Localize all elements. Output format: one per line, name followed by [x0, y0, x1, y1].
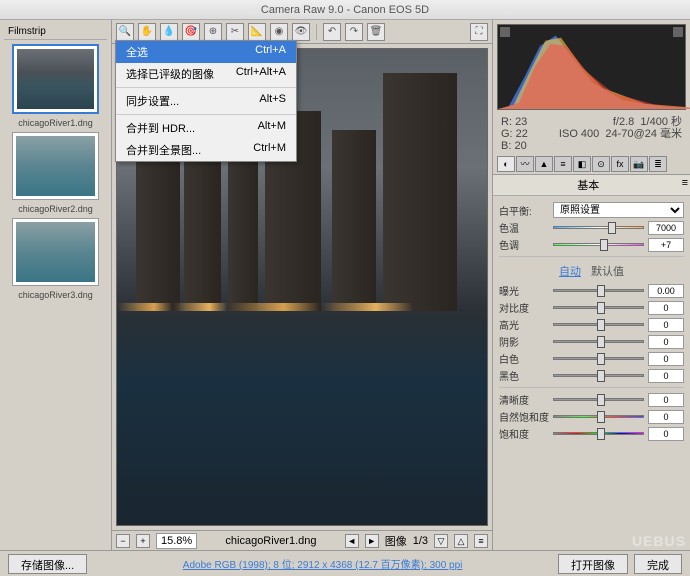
shadows-label: 阴影	[499, 334, 549, 349]
tab-lens[interactable]: ⊙	[592, 156, 610, 172]
contrast-value[interactable]	[648, 301, 684, 315]
thumbnail-2-label: chicagoRiver2.dng	[4, 204, 107, 214]
next-image-icon[interactable]: ►	[365, 534, 379, 548]
spot-tool-icon[interactable]: ◉	[270, 23, 288, 41]
tab-detail[interactable]: ▲	[535, 156, 553, 172]
vibrance-slider[interactable]	[553, 410, 644, 424]
tab-split[interactable]: ◧	[573, 156, 591, 172]
menu-merge-pano[interactable]: 合并到全景图...Ctrl+M	[116, 139, 296, 161]
whites-value[interactable]	[648, 352, 684, 366]
context-menu: 全选Ctrl+A 选择已评级的图像Ctrl+Alt+A 同步设置...Alt+S…	[115, 40, 297, 162]
filmstrip-header: Filmstrip	[4, 24, 107, 40]
wb-label: 白平衡:	[499, 203, 549, 218]
footer: 存储图像... Adobe RGB (1998); 8 位; 2912 x 43…	[0, 550, 690, 576]
clarity-slider[interactable]	[553, 393, 644, 407]
page-label: 图像	[385, 533, 407, 549]
thumbnail-2[interactable]	[12, 132, 99, 200]
clarity-value[interactable]	[648, 393, 684, 407]
blacks-label: 黑色	[499, 368, 549, 383]
tint-value[interactable]	[648, 238, 684, 252]
shadows-value[interactable]	[648, 335, 684, 349]
menu-select-all[interactable]: 全选Ctrl+A	[116, 41, 296, 63]
contrast-label: 对比度	[499, 300, 549, 315]
prev-image-icon[interactable]: ◄	[345, 534, 359, 548]
blacks-slider[interactable]	[553, 369, 644, 383]
zoom-level[interactable]: 15.8%	[156, 533, 197, 549]
tab-curve[interactable]: 〰	[516, 156, 534, 172]
menu-sync[interactable]: 同步设置...Alt+S	[116, 90, 296, 112]
menu-select-rated[interactable]: 选择已评级的图像Ctrl+Alt+A	[116, 63, 296, 85]
page-counter: 1/3	[413, 535, 428, 547]
highlights-label: 高光	[499, 317, 549, 332]
shadow-clip-icon[interactable]: △	[454, 534, 468, 548]
preview-filename: chicagoRiver1.dng	[203, 535, 339, 547]
section-title: 基本 ≡	[493, 175, 690, 196]
panel-tabs: ◐ 〰 ▲ ≡ ◧ ⊙ fx 📷 ≣	[493, 154, 690, 175]
zoom-in-icon[interactable]: +	[136, 534, 150, 548]
thumbnail-1-label: chicagoRiver1.dng	[4, 118, 107, 128]
exposure-value[interactable]	[648, 284, 684, 298]
thumbnail-3[interactable]	[12, 218, 99, 286]
rotate-cw-icon[interactable]: ↷	[345, 23, 363, 41]
tab-hsl[interactable]: ≡	[554, 156, 572, 172]
crop-tool-icon[interactable]: ✂	[226, 23, 244, 41]
vibrance-value[interactable]	[648, 410, 684, 424]
done-button[interactable]: 完成	[634, 554, 682, 574]
watermark: UEBUS	[632, 533, 686, 549]
exposure-label: 曝光	[499, 283, 549, 298]
exif-readout: R: 23 G: 22 B: 20 f/2.8 1/400 秒 ISO 400 …	[493, 114, 690, 154]
temp-value[interactable]	[648, 221, 684, 235]
contrast-slider[interactable]	[553, 301, 644, 315]
filmstrip-panel: Filmstrip chicagoRiver1.dng chicagoRiver…	[0, 20, 112, 550]
tint-slider[interactable]	[553, 238, 644, 252]
tab-fx[interactable]: fx	[611, 156, 629, 172]
default-link[interactable]: 默认值	[591, 263, 624, 279]
exposure-slider[interactable]	[553, 284, 644, 298]
histogram[interactable]	[497, 24, 686, 110]
sampler-tool-icon[interactable]: 🎯	[182, 23, 200, 41]
saturation-label: 饱和度	[499, 426, 549, 441]
tab-presets[interactable]: ≣	[649, 156, 667, 172]
menu-icon[interactable]: ≡	[474, 534, 488, 548]
thumbnail-3-label: chicagoRiver3.dng	[4, 290, 107, 300]
wb-tool-icon[interactable]: 💧	[160, 23, 178, 41]
zoom-out-icon[interactable]: −	[116, 534, 130, 548]
straighten-tool-icon[interactable]: 📐	[248, 23, 266, 41]
tab-basic[interactable]: ◐	[497, 156, 515, 172]
vibrance-label: 自然饱和度	[499, 409, 549, 424]
shadows-slider[interactable]	[553, 335, 644, 349]
temp-label: 色温	[499, 220, 549, 235]
whites-label: 白色	[499, 351, 549, 366]
trash-icon[interactable]: 🗑	[367, 23, 385, 41]
window-title: Camera Raw 9.0 - Canon EOS 5D	[0, 0, 690, 20]
open-button[interactable]: 打开图像	[558, 554, 628, 574]
saturation-value[interactable]	[648, 427, 684, 441]
workflow-link[interactable]: Adobe RGB (1998); 8 位; 2912 x 4368 (12.7…	[87, 556, 558, 571]
temp-slider[interactable]	[553, 221, 644, 235]
saturation-slider[interactable]	[553, 427, 644, 441]
menu-merge-hdr[interactable]: 合并到 HDR...Alt+M	[116, 117, 296, 139]
thumbnail-1[interactable]	[12, 44, 99, 114]
blacks-value[interactable]	[648, 369, 684, 383]
save-button[interactable]: 存储图像...	[8, 554, 87, 574]
highlight-clip-icon[interactable]: ▽	[434, 534, 448, 548]
auto-link[interactable]: 自动	[559, 263, 581, 279]
preview-status-bar: − + 15.8% chicagoRiver1.dng ◄ ► 图像 1/3 ▽…	[112, 530, 492, 550]
whites-slider[interactable]	[553, 352, 644, 366]
tint-label: 色调	[499, 237, 549, 252]
zoom-tool-icon[interactable]: 🔍	[116, 23, 134, 41]
target-tool-icon[interactable]: ⊕	[204, 23, 222, 41]
clarity-label: 清晰度	[499, 392, 549, 407]
redeye-tool-icon[interactable]: 👁	[292, 23, 310, 41]
highlights-value[interactable]	[648, 318, 684, 332]
rotate-ccw-icon[interactable]: ↶	[323, 23, 341, 41]
wb-select[interactable]: 原照设置	[553, 202, 684, 218]
fullscreen-icon[interactable]: ⛶	[470, 23, 488, 41]
highlights-slider[interactable]	[553, 318, 644, 332]
tab-camera[interactable]: 📷	[630, 156, 648, 172]
hand-tool-icon[interactable]: ✋	[138, 23, 156, 41]
adjustments-panel: R: 23 G: 22 B: 20 f/2.8 1/400 秒 ISO 400 …	[492, 20, 690, 550]
